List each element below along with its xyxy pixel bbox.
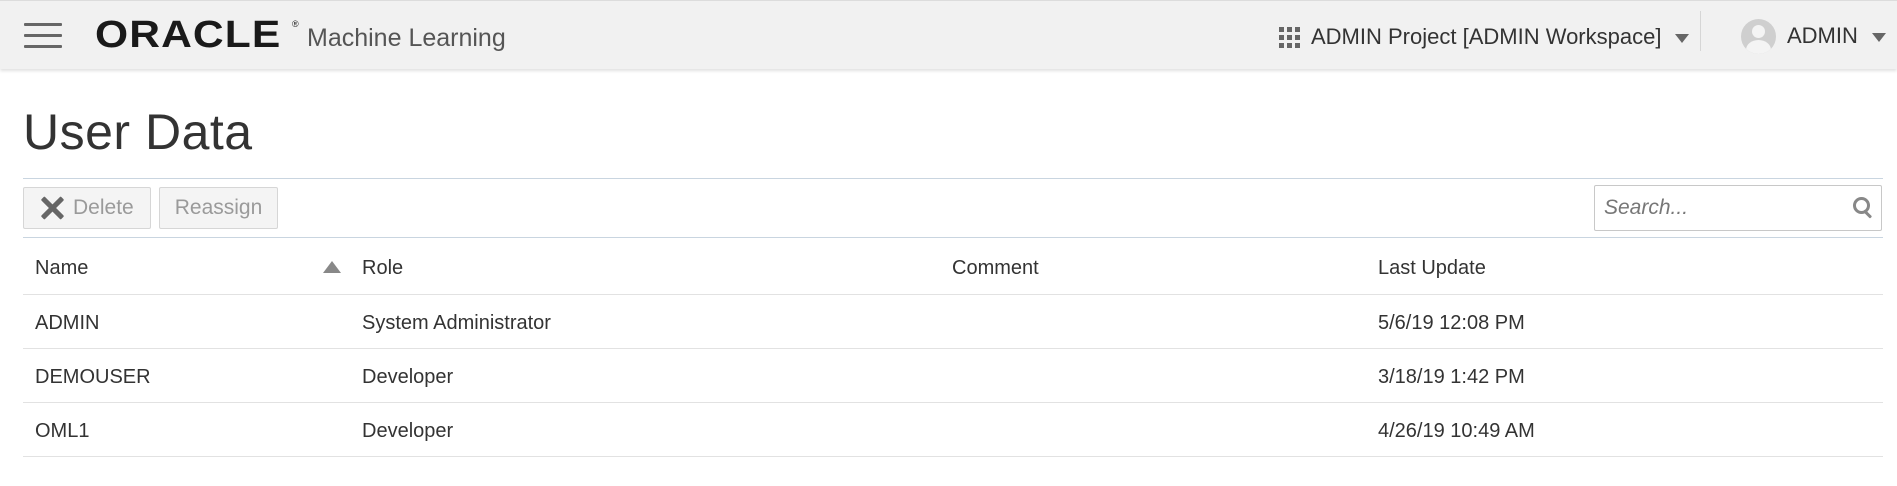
column-header-comment[interactable]: Comment (952, 255, 1039, 281)
cell-last-update: 5/6/19 12:08 PM (1378, 312, 1525, 334)
delete-button[interactable]: Delete (23, 187, 151, 229)
chevron-down-icon (1871, 32, 1886, 42)
chevron-down-icon (1675, 33, 1690, 43)
cell-role: Developer (362, 366, 454, 388)
project-selector-label: ADMIN Project [ADMIN Workspace] (1311, 24, 1662, 49)
search-input[interactable] (1604, 194, 1834, 222)
table-row-divider (23, 456, 1883, 457)
user-name-label: ADMIN (1787, 23, 1858, 48)
search-box (1594, 185, 1882, 231)
cell-role: Developer (362, 420, 454, 442)
column-header-name[interactable]: Name (35, 255, 88, 281)
reassign-button-label: Reassign (174, 196, 263, 219)
toolbar-bottom-divider (23, 237, 1883, 238)
header-divider (1700, 11, 1701, 51)
cell-name[interactable]: ADMIN (35, 310, 99, 336)
avatar-icon (1741, 18, 1776, 54)
grid-icon (1279, 26, 1300, 48)
user-menu[interactable]: ADMIN (1741, 17, 1886, 55)
close-icon (39, 195, 65, 221)
header-row-divider (23, 294, 1883, 295)
project-selector[interactable]: ADMIN Project [ADMIN Workspace] (1279, 22, 1690, 52)
cell-last-update: 3/18/19 1:42 PM (1378, 366, 1525, 388)
table-row-divider (23, 348, 1883, 349)
search-icon[interactable] (1853, 197, 1875, 219)
column-header-role[interactable]: Role (362, 255, 403, 281)
column-header-last-update[interactable]: Last Update (1378, 255, 1486, 281)
cell-last-update: 4/26/19 10:49 AM (1378, 420, 1535, 442)
reassign-button[interactable]: Reassign (159, 187, 278, 229)
page-title: User Data (23, 104, 253, 160)
toolbar-top-divider (23, 178, 1883, 179)
cell-name[interactable]: DEMOUSER (35, 364, 151, 390)
sort-ascending-icon[interactable] (323, 261, 341, 273)
top-header-bar: ORACLE ® Machine Learning ADMIN Project … (0, 0, 1897, 69)
cell-name[interactable]: OML1 (35, 418, 89, 444)
delete-button-label: Delete (73, 196, 134, 219)
cell-role: System Administrator (362, 312, 551, 334)
oracle-logo: ORACLE (95, 14, 282, 56)
table-row-divider (23, 402, 1883, 403)
registered-mark: ® (292, 19, 299, 29)
app-name: Machine Learning (307, 24, 506, 52)
hamburger-menu-icon[interactable] (24, 23, 62, 49)
